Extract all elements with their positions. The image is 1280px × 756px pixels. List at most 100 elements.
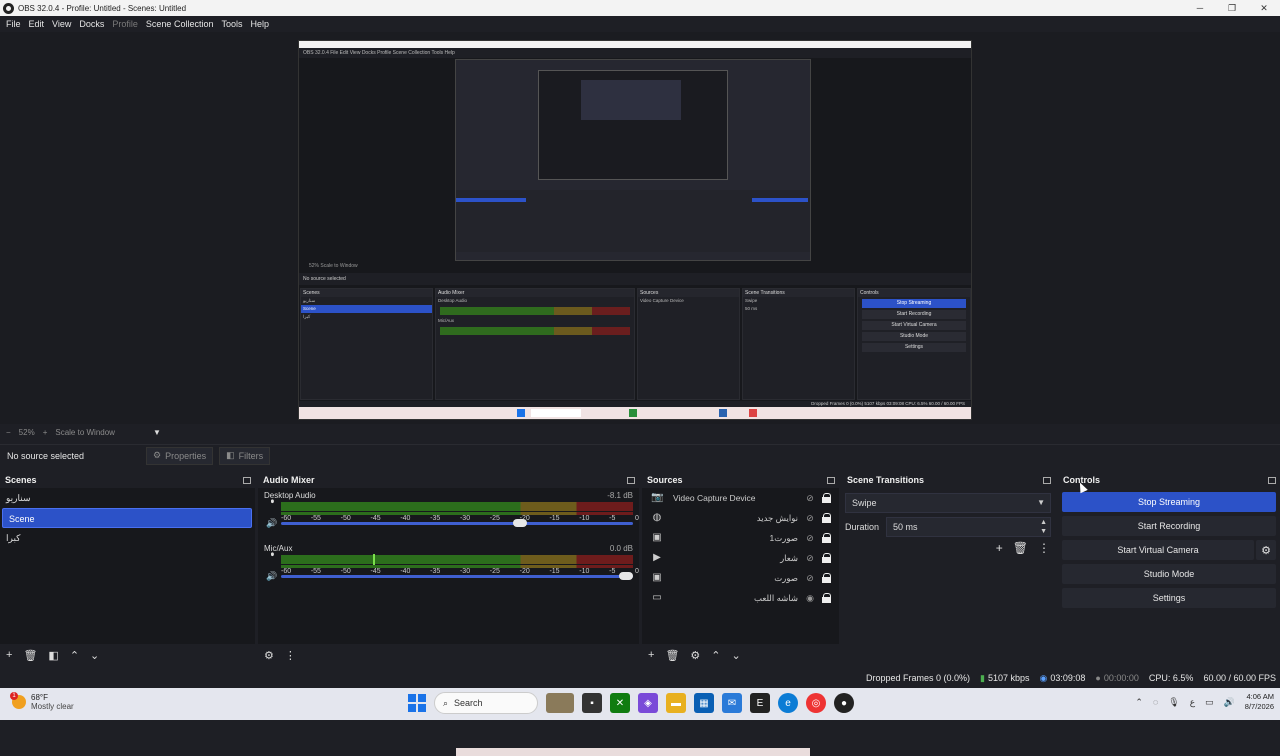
weather-widget[interactable]: 1 68°F Mostly clear <box>10 692 74 711</box>
lock-icon[interactable] <box>821 513 833 523</box>
start-icon[interactable] <box>408 694 426 712</box>
lock-icon[interactable] <box>821 573 833 583</box>
menu-file[interactable]: File <box>2 19 25 29</box>
menu-scene-collection[interactable]: Scene Collection <box>142 19 218 29</box>
epic-games-icon[interactable]: E <box>750 693 770 713</box>
settings-button[interactable]: Settings <box>1062 588 1276 608</box>
trash-icon[interactable]: 🗑 <box>1013 541 1028 555</box>
close-button[interactable]: ✕ <box>1248 0 1280 16</box>
menu-view[interactable]: View <box>48 19 75 29</box>
filter-icon[interactable]: ◧ <box>48 649 58 662</box>
task-view-icon[interactable]: ▪ <box>582 693 602 713</box>
mixer-settings-icon[interactable]: ⚙ <box>264 649 274 662</box>
move-down-icon[interactable]: ⌄ <box>90 649 99 662</box>
minimize-button[interactable]: ─ <box>1184 0 1216 16</box>
source-item[interactable]: 📷 Video Capture Device ⊘ <box>642 488 839 508</box>
filters-button[interactable]: ◧ Filters <box>219 446 271 465</box>
network-icon[interactable]: ◌ <box>1153 697 1158 707</box>
scene-item-active[interactable]: Scene <box>2 508 252 528</box>
animal-widget-icon[interactable] <box>546 693 574 713</box>
move-down-icon[interactable]: ⌄ <box>732 649 741 662</box>
more-options-icon[interactable]: ⋮ <box>1038 541 1050 555</box>
xbox-icon[interactable]: ✕ <box>610 693 630 713</box>
menu-tools[interactable]: Tools <box>217 19 246 29</box>
undock-icon[interactable] <box>243 476 251 484</box>
volume-slider[interactable] <box>281 572 633 580</box>
add-icon[interactable]: + <box>996 541 1003 555</box>
transition-select[interactable]: Swipe ▼ <box>845 493 1051 513</box>
eye-hidden-icon[interactable]: ⊘ <box>804 553 816 564</box>
chrome-icon[interactable]: ◎ <box>806 693 826 713</box>
clock[interactable]: 4:06 AM 8/7/2026 <box>1245 692 1274 712</box>
undock-icon[interactable] <box>627 476 635 484</box>
eye-hidden-icon[interactable]: ⊘ <box>804 533 816 544</box>
lock-icon[interactable] <box>821 553 833 563</box>
add-icon[interactable]: + <box>648 649 654 661</box>
menu-edit[interactable]: Edit <box>25 19 49 29</box>
undock-icon[interactable] <box>1268 476 1276 484</box>
source-item[interactable]: ▶ شعار ⊘ <box>642 548 839 568</box>
lock-icon[interactable] <box>821 593 833 603</box>
duration-input[interactable]: 50 ms ▲ ▼ <box>886 517 1051 537</box>
scene-item[interactable]: سناریو <box>0 488 255 508</box>
maximize-button[interactable]: ❐ <box>1216 0 1248 16</box>
source-item[interactable]: ▣ صورت ⊘ <box>642 568 839 588</box>
properties-button[interactable]: ⚙ Properties <box>146 446 214 465</box>
obs-taskbar-icon[interactable]: ● <box>834 693 854 713</box>
menu-help[interactable]: Help <box>246 19 273 29</box>
preview-area[interactable]: OBS 32.0.4 File Edit View Docks Profile … <box>0 32 1280 756</box>
volume-icon[interactable]: 🔊 <box>1224 697 1235 708</box>
spinner-icon[interactable]: ▲ ▼ <box>1040 518 1047 536</box>
dock-toolbar: ⚙ ⋮ <box>258 644 639 666</box>
lock-icon[interactable] <box>821 493 833 503</box>
eye-hidden-icon[interactable]: ⊘ <box>804 573 816 584</box>
start-recording-button[interactable]: Start Recording <box>1062 516 1276 536</box>
channel-menu-icon[interactable]: ••• <box>266 552 277 554</box>
virtual-camera-settings-icon[interactable]: ⚙ <box>1256 540 1276 560</box>
gear-icon[interactable]: ⚙ <box>690 649 700 662</box>
file-explorer-icon[interactable]: ▬ <box>666 693 686 713</box>
move-up-icon[interactable]: ⌃ <box>70 649 79 662</box>
more-options-icon[interactable]: ⋮ <box>285 649 296 662</box>
edge-icon[interactable]: e <box>778 693 798 713</box>
add-icon[interactable]: + <box>6 649 12 661</box>
lock-icon[interactable] <box>821 533 833 543</box>
undock-icon[interactable] <box>827 476 835 484</box>
eye-hidden-icon[interactable]: ⊘ <box>804 513 816 524</box>
channel-menu-icon[interactable]: ••• <box>266 499 277 501</box>
nested-inner-taskbar <box>456 748 810 756</box>
volume-handle[interactable] <box>618 572 633 580</box>
eye-icon[interactable]: ◉ <box>804 593 816 604</box>
start-virtual-camera-button[interactable]: Start Virtual Camera <box>1062 540 1254 560</box>
taskbar-search[interactable]: ⌕ Search <box>434 692 538 714</box>
preview-canvas[interactable]: OBS 32.0.4 File Edit View Docks Profile … <box>298 40 972 756</box>
zoom-dropdown-icon[interactable]: ▼ <box>153 428 161 437</box>
eye-hidden-icon[interactable]: ⊘ <box>804 493 816 504</box>
menu-docks[interactable]: Docks <box>75 19 108 29</box>
source-item[interactable]: ▣ صورت1 ⊘ <box>642 528 839 548</box>
microphone-icon[interactable]: 🎙 <box>1168 697 1179 708</box>
chevron-up-icon[interactable]: ⌃ <box>1135 697 1143 708</box>
move-up-icon[interactable]: ⌃ <box>711 649 720 662</box>
zoom-out-button[interactable]: − <box>6 428 11 437</box>
trash-icon[interactable]: 🗑 <box>23 649 37 662</box>
volume-slider[interactable] <box>281 519 633 527</box>
undock-icon[interactable] <box>1043 476 1051 484</box>
volume-handle[interactable] <box>513 519 528 527</box>
microsoft-store-icon[interactable]: ▦ <box>694 693 714 713</box>
speaker-icon[interactable]: 🔊 <box>266 518 277 529</box>
studio-mode-button[interactable]: Studio Mode <box>1062 564 1276 584</box>
speaker-icon[interactable]: 🔊 <box>266 571 277 582</box>
stop-streaming-button[interactable]: Stop Streaming <box>1062 492 1276 512</box>
zoom-in-button[interactable]: + <box>43 428 48 437</box>
scene-item[interactable]: کبرا <box>0 528 255 548</box>
menu-profile[interactable]: Profile <box>108 19 142 29</box>
trash-icon[interactable]: 🗑 <box>665 649 679 662</box>
outlook-icon[interactable]: ✉ <box>722 693 742 713</box>
store-app-icon[interactable]: ◈ <box>638 693 658 713</box>
language-icon[interactable]: ع <box>1190 697 1195 708</box>
source-item[interactable]: ▭ شاشه اللعب ◉ <box>642 588 839 608</box>
nested-dock-header: Audio Mixer <box>436 289 634 297</box>
source-item[interactable]: ◍ نوایش جدید ⊘ <box>642 508 839 528</box>
display-icon[interactable]: ▭ <box>1205 697 1214 708</box>
